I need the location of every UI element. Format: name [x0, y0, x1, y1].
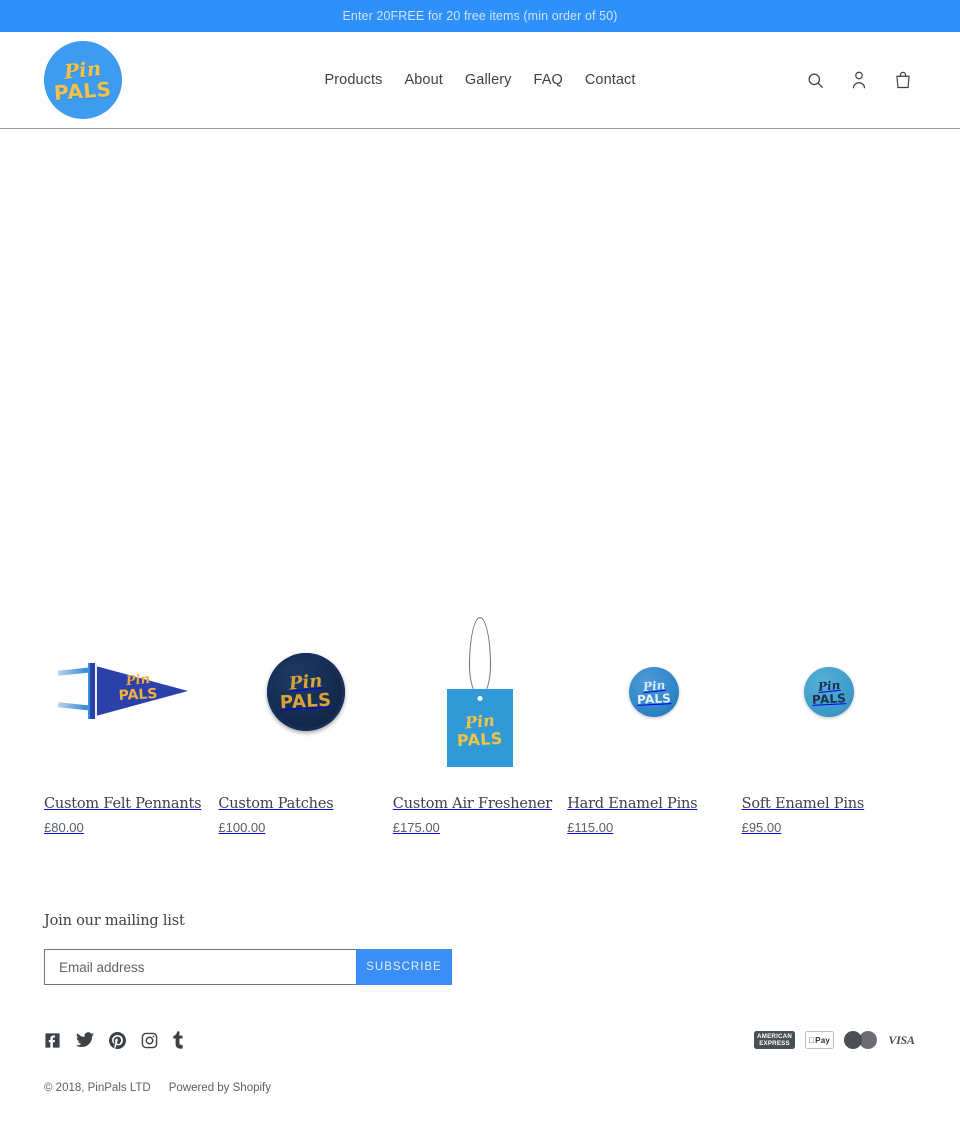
- product-price: £175.00: [392, 820, 440, 835]
- nav-item-contact[interactable]: Contact: [585, 72, 636, 88]
- newsletter-form: SUBSCRIBE: [44, 949, 452, 985]
- site-header: Pin PALS Products About Gallery FAQ Cont…: [0, 32, 960, 129]
- patch-artwork: Pin PALS: [266, 653, 345, 731]
- copyright-text: © 2018, PinPals LTD: [44, 1082, 151, 1094]
- mastercard-icon: [844, 1031, 877, 1049]
- nav-item-faq[interactable]: FAQ: [534, 72, 563, 88]
- patch-text-pals: PALS: [279, 689, 332, 713]
- product-price: £80.00: [44, 820, 84, 835]
- product-card-custom-patches[interactable]: Pin PALS Custom Patches £100.00: [218, 597, 392, 835]
- product-card-soft-enamel-pins[interactable]: Pin PALS Soft Enamel Pins £95.00: [742, 597, 916, 835]
- site-logo[interactable]: Pin PALS: [44, 41, 122, 119]
- product-price: £95.00: [741, 820, 782, 835]
- mastercard-circle-right: [859, 1031, 877, 1049]
- product-image-soft-enamel-pins: Pin PALS: [742, 597, 916, 787]
- hard-enamel-pin-artwork: Pin PALS: [629, 667, 680, 717]
- account-icon[interactable]: [846, 67, 872, 93]
- pennant-text-pals: PALS: [118, 685, 158, 705]
- product-card-custom-felt-pennants[interactable]: Pin PALS Custom Felt Pennants £80.00: [44, 597, 218, 835]
- product-price: £100.00: [218, 820, 266, 835]
- product-title: Soft Enamel Pins: [741, 796, 865, 812]
- apple-pay-icon: Pay: [805, 1031, 834, 1049]
- site-footer: AMERICAN EXPRESS Pay VISA © 2018, PinPa…: [0, 1031, 960, 1094]
- product-card-hard-enamel-pins[interactable]: Pin PALS Hard Enamel Pins £115.00: [567, 597, 741, 835]
- product-image-hard-enamel-pins: Pin PALS: [567, 597, 741, 787]
- footer-row: AMERICAN EXPRESS Pay VISA: [44, 1031, 916, 1049]
- product-price: £115.00: [567, 820, 614, 835]
- hard-pin-text-pals: PALS: [637, 690, 672, 707]
- product-title: Custom Air Freshener: [392, 796, 553, 812]
- nav-item-about[interactable]: About: [405, 72, 443, 88]
- product-image-custom-air-freshener: Pin PALS: [393, 597, 567, 787]
- pennant-artwork: Pin PALS: [56, 657, 206, 727]
- nav-item-products[interactable]: Products: [324, 72, 382, 88]
- social-links: [44, 1031, 184, 1049]
- product-title: Hard Enamel Pins: [567, 796, 698, 812]
- freshener-text-pals: PALS: [456, 728, 504, 751]
- announcement-bar: Enter 20FREE for 20 free items (min orde…: [0, 0, 960, 32]
- nav-item-gallery[interactable]: Gallery: [465, 72, 512, 88]
- pinterest-icon[interactable]: [109, 1031, 126, 1049]
- soft-pin-text-pals: PALS: [811, 690, 847, 707]
- product-image-custom-patches: Pin PALS: [218, 597, 392, 787]
- pennant-logo-text: Pin PALS: [106, 672, 170, 705]
- twitter-icon[interactable]: [76, 1032, 94, 1048]
- newsletter-section: Join our mailing list SUBSCRIBE: [0, 913, 960, 985]
- product-title: Custom Felt Pennants: [44, 796, 202, 812]
- email-field[interactable]: [44, 949, 356, 985]
- soft-pin-text-pin: Pin: [816, 677, 841, 694]
- air-freshener-hole: [477, 696, 483, 701]
- hero-slideshow: [0, 129, 960, 597]
- pennant-band: [88, 663, 98, 719]
- amex-line2: EXPRESS: [759, 1040, 790, 1047]
- visa-icon: VISA: [888, 1032, 915, 1047]
- featured-collection: Pin PALS Custom Felt Pennants £80.00 Pin…: [0, 597, 960, 835]
- instagram-icon[interactable]: [141, 1032, 158, 1049]
- air-freshener-artwork: Pin PALS: [446, 617, 513, 767]
- tumblr-icon[interactable]: [173, 1031, 184, 1049]
- announcement-text: Enter 20FREE for 20 free items (min orde…: [342, 9, 618, 23]
- footer-legal: © 2018, PinPals LTD Powered by Shopify: [44, 1082, 916, 1094]
- header-icon-group: [802, 67, 916, 93]
- payment-methods: AMERICAN EXPRESS Pay VISA: [754, 1031, 916, 1049]
- newsletter-heading: Join our mailing list: [44, 913, 185, 929]
- amex-line1: AMERICAN: [757, 1032, 792, 1040]
- search-icon[interactable]: [802, 67, 828, 93]
- product-card-custom-air-freshener[interactable]: Pin PALS Custom Air Freshener £175.00: [393, 597, 567, 835]
- air-freshener-card: Pin PALS: [446, 689, 513, 767]
- air-freshener-string: [468, 617, 491, 695]
- cart-icon[interactable]: [890, 67, 916, 93]
- subscribe-button[interactable]: SUBSCRIBE: [356, 949, 452, 985]
- facebook-icon[interactable]: [44, 1032, 61, 1049]
- product-image-custom-felt-pennants: Pin PALS: [44, 597, 218, 787]
- product-grid: Pin PALS Custom Felt Pennants £80.00 Pin…: [44, 597, 916, 835]
- logo-circle: Pin PALS: [44, 41, 122, 119]
- logo-text-pals: PALS: [53, 76, 113, 105]
- amex-icon: AMERICAN EXPRESS: [754, 1031, 795, 1049]
- soft-enamel-pin-artwork: Pin PALS: [803, 667, 854, 717]
- hard-pin-text-pin: Pin: [642, 677, 667, 694]
- product-title: Custom Patches: [218, 796, 334, 812]
- powered-by-shopify-link[interactable]: Powered by Shopify: [169, 1082, 271, 1094]
